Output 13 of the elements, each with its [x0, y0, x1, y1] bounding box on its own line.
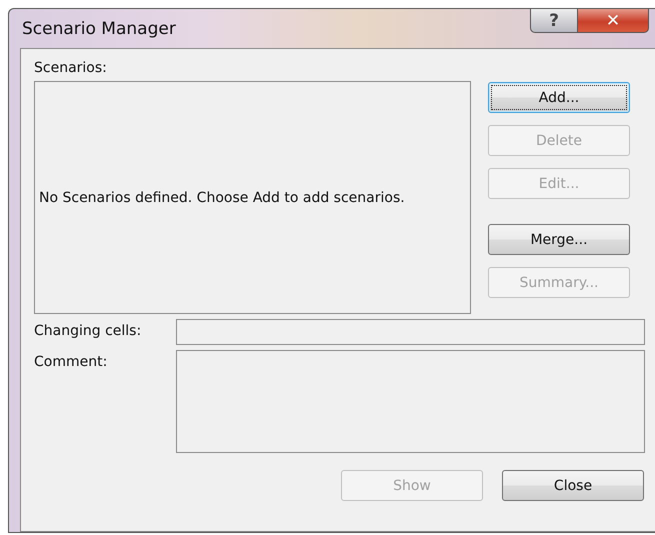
dialog-button[interactable]: Close — [502, 470, 644, 501]
input-field[interactable] — [176, 319, 645, 345]
scenarios-label: Scenarios: — [34, 60, 108, 78]
dialog-button[interactable]: Merge... — [488, 224, 630, 255]
close-button[interactable]: ✕ — [577, 8, 649, 33]
help-button[interactable]: ? — [530, 8, 577, 33]
window-title: Scenario Manager — [22, 19, 176, 39]
scenarios-list[interactable]: No Scenarios defined. Choose Add to add scenarios. — [34, 81, 471, 314]
text-area[interactable] — [176, 350, 645, 453]
field-label: Changing cells: — [34, 322, 142, 341]
field-label: Comment: — [34, 353, 108, 372]
empty-message: No Scenarios defined. Choose Add to add scenarios. — [39, 190, 405, 206]
dialog-button[interactable]: Add... — [488, 82, 630, 113]
